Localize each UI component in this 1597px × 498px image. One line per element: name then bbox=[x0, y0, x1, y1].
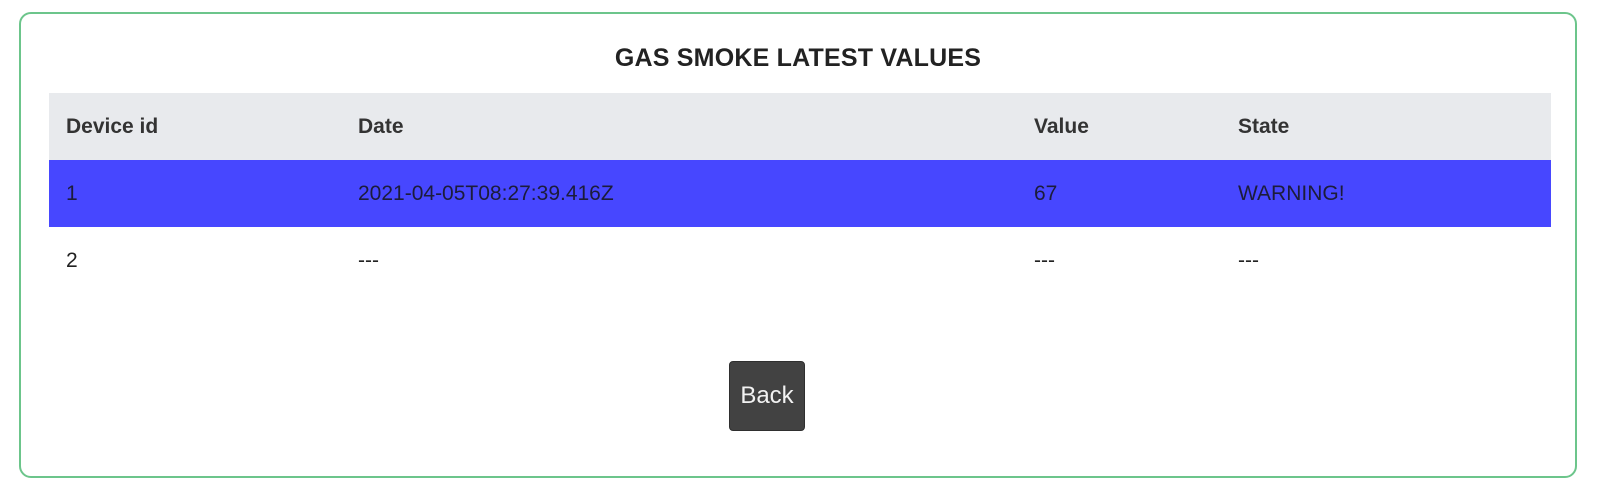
cell-device-id: 1 bbox=[66, 181, 78, 205]
column-header-date: Date bbox=[358, 114, 404, 138]
cell-date: --- bbox=[358, 248, 379, 272]
cell-state: WARNING! bbox=[1238, 181, 1345, 205]
table-row: 1 2021-04-05T08:27:39.416Z 67 WARNING! bbox=[49, 160, 1551, 227]
table-header-row: Device id Date Value State bbox=[49, 93, 1551, 160]
column-header-state: State bbox=[1238, 114, 1290, 138]
values-table: Device id Date Value State 1 2021-04-05T… bbox=[49, 93, 1551, 294]
back-button[interactable]: Back bbox=[729, 361, 805, 431]
cell-device-id: 2 bbox=[66, 248, 78, 272]
table-row: 2 --- --- --- bbox=[49, 227, 1551, 294]
column-header-value: Value bbox=[1034, 114, 1089, 138]
cell-date: 2021-04-05T08:27:39.416Z bbox=[358, 181, 614, 205]
table-header: Device id Date Value State bbox=[49, 93, 1551, 160]
cell-state: --- bbox=[1238, 248, 1259, 272]
table-body: 1 2021-04-05T08:27:39.416Z 67 WARNING! 2… bbox=[49, 160, 1551, 294]
page-title: GAS SMOKE LATEST VALUES bbox=[614, 44, 982, 72]
column-header-device-id: Device id bbox=[66, 114, 159, 138]
cell-value: 67 bbox=[1034, 181, 1058, 205]
cell-value: --- bbox=[1034, 248, 1055, 272]
